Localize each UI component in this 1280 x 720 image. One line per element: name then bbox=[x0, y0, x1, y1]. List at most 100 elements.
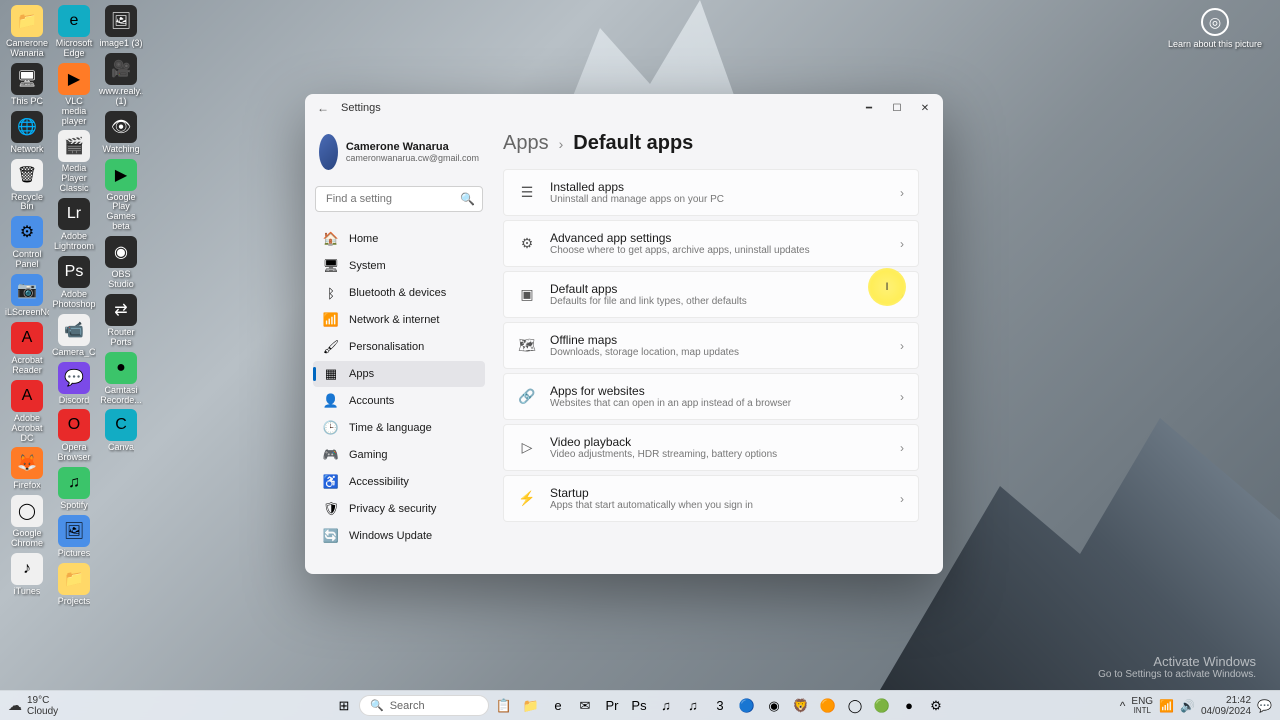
sidebar-item-bluetooth-devices[interactable]: ᛒBluetooth & devices bbox=[313, 280, 485, 306]
nav-label: Bluetooth & devices bbox=[349, 287, 446, 299]
taskbar-app-icon[interactable]: 📁 bbox=[519, 694, 543, 718]
taskbar-app-icon[interactable]: ⚙ bbox=[924, 694, 948, 718]
taskbar-app-icon[interactable]: ● bbox=[897, 694, 921, 718]
sidebar-item-apps[interactable]: ▦Apps bbox=[313, 361, 485, 387]
desktop-icon[interactable]: 🖥This PC bbox=[5, 63, 49, 107]
sidebar-item-personalisation[interactable]: 🖌Personalisation bbox=[313, 334, 485, 360]
taskbar-app-icon[interactable]: Ps bbox=[627, 694, 651, 718]
search-input[interactable] bbox=[315, 186, 483, 212]
desktop-icon[interactable]: ♪iTunes bbox=[5, 553, 49, 597]
desktop-icon[interactable]: LrAdobe Lightroom bbox=[52, 198, 96, 252]
desktop-icon-glyph: C bbox=[105, 409, 137, 441]
desktop-icon-glyph: 🦊 bbox=[11, 447, 43, 479]
settings-card-installed-apps[interactable]: ☰Installed appsUninstall and manage apps… bbox=[503, 169, 919, 216]
nav-label: Accounts bbox=[349, 395, 394, 407]
taskbar-app-icon[interactable]: 🟢 bbox=[870, 694, 894, 718]
sidebar-item-privacy-security[interactable]: 🛡Privacy & security bbox=[313, 496, 485, 522]
taskbar-app-icon[interactable]: Pr bbox=[600, 694, 624, 718]
desktop-icon[interactable]: 📁Camerone Wanaria bbox=[5, 5, 49, 59]
desktop-icon[interactable]: AAdobe Acrobat DC bbox=[5, 380, 49, 444]
desktop-icon[interactable]: 📹Camera_C... bbox=[52, 314, 96, 358]
sidebar-item-accounts[interactable]: 👤Accounts bbox=[313, 388, 485, 414]
desktop-icon[interactable]: ⚙Control Panel bbox=[5, 216, 49, 270]
desktop-icon[interactable]: 🎬Media Player Classic bbox=[52, 130, 96, 194]
maximize-button[interactable]: ☐ bbox=[883, 94, 911, 122]
card-title: Offline maps bbox=[550, 333, 886, 347]
taskbar-app-icon[interactable]: ♫ bbox=[681, 694, 705, 718]
taskbar-app-icon[interactable]: e bbox=[546, 694, 570, 718]
volume-icon[interactable]: 🔊 bbox=[1180, 699, 1195, 713]
taskbar-app-icon[interactable]: 🟠 bbox=[816, 694, 840, 718]
minimize-button[interactable]: ━ bbox=[855, 94, 883, 122]
desktop-icon[interactable]: 💬Discord bbox=[52, 362, 96, 406]
chevron-right-icon: › bbox=[559, 136, 564, 152]
desktop-icon[interactable]: 🌐Network bbox=[5, 111, 49, 155]
desktop-icon[interactable]: 🖼Pictures bbox=[52, 515, 96, 559]
page-title: Default apps bbox=[573, 132, 693, 155]
taskbar-app-icon[interactable]: ◯ bbox=[843, 694, 867, 718]
notifications-icon[interactable]: 💬 bbox=[1257, 699, 1272, 713]
desktop-icon[interactable]: ◯Google Chrome bbox=[5, 495, 49, 549]
settings-card-default-apps[interactable]: ▣Default appsDefaults for file and link … bbox=[503, 271, 919, 318]
card-desc: Uninstall and manage apps on your PC bbox=[550, 194, 886, 205]
taskbar-app-icon[interactable]: ♫ bbox=[654, 694, 678, 718]
settings-card-video-playback[interactable]: ▷Video playbackVideo adjustments, HDR st… bbox=[503, 424, 919, 471]
desktop-icon[interactable]: AAcrobat Reader bbox=[5, 322, 49, 376]
desktop-icon-label: www.realy...(1) bbox=[99, 87, 143, 107]
settings-card-apps-for-websites[interactable]: 🔗Apps for websitesWebsites that can open… bbox=[503, 373, 919, 420]
desktop-icon[interactable]: 🖼image1 (3) bbox=[99, 5, 143, 49]
taskbar-search[interactable]: 🔍Search bbox=[359, 695, 489, 716]
taskbar-app-icon[interactable]: ✉ bbox=[573, 694, 597, 718]
back-button[interactable]: ← bbox=[309, 94, 337, 122]
sidebar-item-home[interactable]: 🏠Home bbox=[313, 226, 485, 252]
desktop-icon[interactable]: OOpera Browser bbox=[52, 409, 96, 463]
breadcrumb-apps[interactable]: Apps bbox=[503, 132, 549, 155]
sidebar-item-time-language[interactable]: 🕒Time & language bbox=[313, 415, 485, 441]
desktop-icon-glyph: 📁 bbox=[11, 5, 43, 37]
weather-temp: 19°C bbox=[27, 695, 58, 706]
desktop-icon[interactable]: ♫Spotify bbox=[52, 467, 96, 511]
tray-clock[interactable]: 21:42 04/09/2024 bbox=[1201, 695, 1251, 717]
learn-about-picture-badge[interactable]: ◎ Learn about this picture bbox=[1168, 8, 1262, 49]
desktop-icon[interactable]: 📁Projects bbox=[52, 563, 96, 607]
start-button[interactable]: ⊞ bbox=[332, 694, 356, 718]
desktop-icon[interactable]: 📷iLScreenNo... bbox=[5, 274, 49, 318]
desktop-icon[interactable]: ◉OBS Studio bbox=[99, 236, 143, 290]
user-account-row[interactable]: Camerone Wanarua cameronwanarua.cw@gmail… bbox=[313, 130, 485, 174]
sidebar-item-network-internet[interactable]: 📶Network & internet bbox=[313, 307, 485, 333]
sidebar-item-system[interactable]: 🖥System bbox=[313, 253, 485, 279]
tray-lang[interactable]: ENG bbox=[1131, 696, 1153, 707]
desktop-icon-label: Media Player Classic bbox=[52, 164, 96, 194]
info-icon: ◎ bbox=[1201, 8, 1229, 36]
desktop-icon[interactable]: ▶Google Play Games beta bbox=[99, 159, 143, 233]
settings-card-startup[interactable]: ⚡StartupApps that start automatically wh… bbox=[503, 475, 919, 522]
wifi-icon[interactable]: 📶 bbox=[1159, 699, 1174, 713]
desktop-icon[interactable]: 🎥www.realy...(1) bbox=[99, 53, 143, 107]
desktop-icon-glyph: A bbox=[11, 380, 43, 412]
desktop-icon[interactable]: CCanva bbox=[99, 409, 143, 453]
desktop-icon-label: This PC bbox=[11, 97, 43, 107]
card-title: Startup bbox=[550, 486, 886, 500]
desktop-icon[interactable]: 👁Watching bbox=[99, 111, 143, 155]
desktop-icon-glyph: Ps bbox=[58, 256, 90, 288]
weather-widget[interactable]: ☁ 19°C Cloudy bbox=[8, 695, 58, 717]
desktop-icon[interactable]: ▶VLC media player bbox=[52, 63, 96, 127]
taskbar-app-icon[interactable]: 3 bbox=[708, 694, 732, 718]
settings-card-advanced-app-settings[interactable]: ⚙Advanced app settingsChoose where to ge… bbox=[503, 220, 919, 267]
settings-card-offline-maps[interactable]: 🗺Offline mapsDownloads, storage location… bbox=[503, 322, 919, 369]
taskbar-app-icon[interactable]: 🦁 bbox=[789, 694, 813, 718]
desktop-icon[interactable]: PsAdobe Photoshop bbox=[52, 256, 96, 310]
taskbar-app-icon[interactable]: 🔵 bbox=[735, 694, 759, 718]
taskbar-app-icon[interactable]: 📋 bbox=[492, 694, 516, 718]
desktop-icon[interactable]: ●Camtasi Recorde... bbox=[99, 352, 143, 406]
tray-chevron-icon[interactable]: ^ bbox=[1120, 699, 1126, 713]
desktop-icon[interactable]: ⇄Router Ports bbox=[99, 294, 143, 348]
desktop-icon[interactable]: 🗑Recycle Bin bbox=[5, 159, 49, 213]
sidebar-item-windows-update[interactable]: 🔄Windows Update bbox=[313, 523, 485, 549]
close-button[interactable]: ✕ bbox=[911, 94, 939, 122]
sidebar-item-gaming[interactable]: 🎮Gaming bbox=[313, 442, 485, 468]
desktop-icon[interactable]: eMicrosoft Edge bbox=[52, 5, 96, 59]
sidebar-item-accessibility[interactable]: ♿Accessibility bbox=[313, 469, 485, 495]
desktop-icon[interactable]: 🦊Firefox bbox=[5, 447, 49, 491]
taskbar-app-icon[interactable]: ◉ bbox=[762, 694, 786, 718]
